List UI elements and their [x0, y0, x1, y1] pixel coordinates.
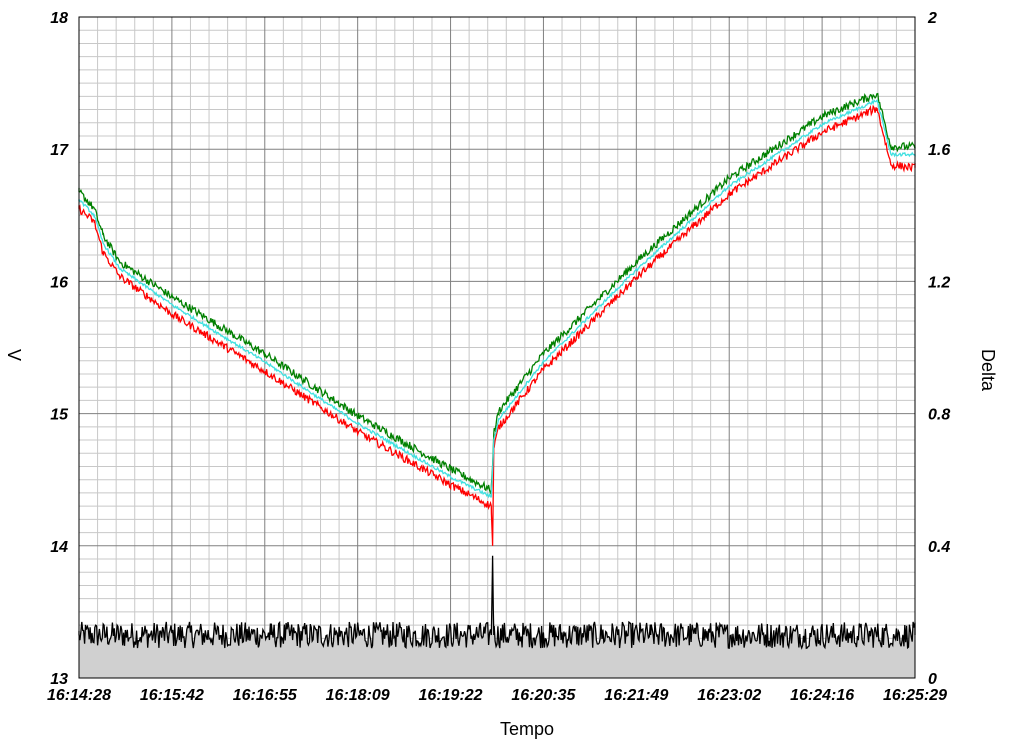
tick-labels: 16:14:28 16:15:42 16:16:55 16:18:09 16:19:22… — [47, 10, 950, 704]
y2-tick-label: 0 — [928, 671, 937, 688]
x-tick-label: 16:24:16 — [790, 687, 854, 704]
y-tick-label: 14 — [50, 539, 68, 556]
y-tick-label: 13 — [50, 671, 68, 688]
y2-tick-label: 1.2 — [928, 274, 950, 291]
y-tick-label: 18 — [50, 10, 68, 27]
x-tick-label: 16:14:28 — [47, 687, 111, 704]
x-tick-label: 16:16:55 — [233, 687, 298, 704]
y-tick-label: 15 — [50, 407, 69, 424]
line-chart: 16:14:28 16:15:42 16:16:55 16:18:09 16:19:22… — [4, 10, 998, 739]
x-axis-title: Tempo — [500, 719, 554, 739]
series-delta-area — [79, 555, 915, 678]
y-tick-label: 16 — [50, 274, 68, 291]
y-tick-label: 17 — [50, 142, 69, 159]
x-tick-label: 16:20:35 — [511, 687, 576, 704]
y2-tick-label: 2 — [927, 10, 937, 27]
x-tick-label: 16:15:42 — [140, 687, 204, 704]
y2-tick-label: 1.6 — [928, 142, 950, 159]
x-tick-label: 16:25:29 — [883, 687, 947, 704]
series-delta — [78, 555, 916, 650]
grid-minor — [79, 17, 915, 678]
y2-tick-label: 0.4 — [928, 539, 950, 556]
series-cyan — [78, 98, 916, 499]
x-tick-label: 16:23:02 — [697, 687, 761, 704]
x-tick-label: 16:18:09 — [326, 687, 390, 704]
y-axis-title: V — [4, 349, 24, 361]
y2-tick-label: 0.8 — [928, 407, 950, 424]
series-layer — [78, 92, 916, 678]
x-tick-label: 16:21:49 — [604, 687, 668, 704]
x-tick-label: 16:19:22 — [419, 687, 483, 704]
y2-axis-title: Delta — [978, 349, 998, 392]
